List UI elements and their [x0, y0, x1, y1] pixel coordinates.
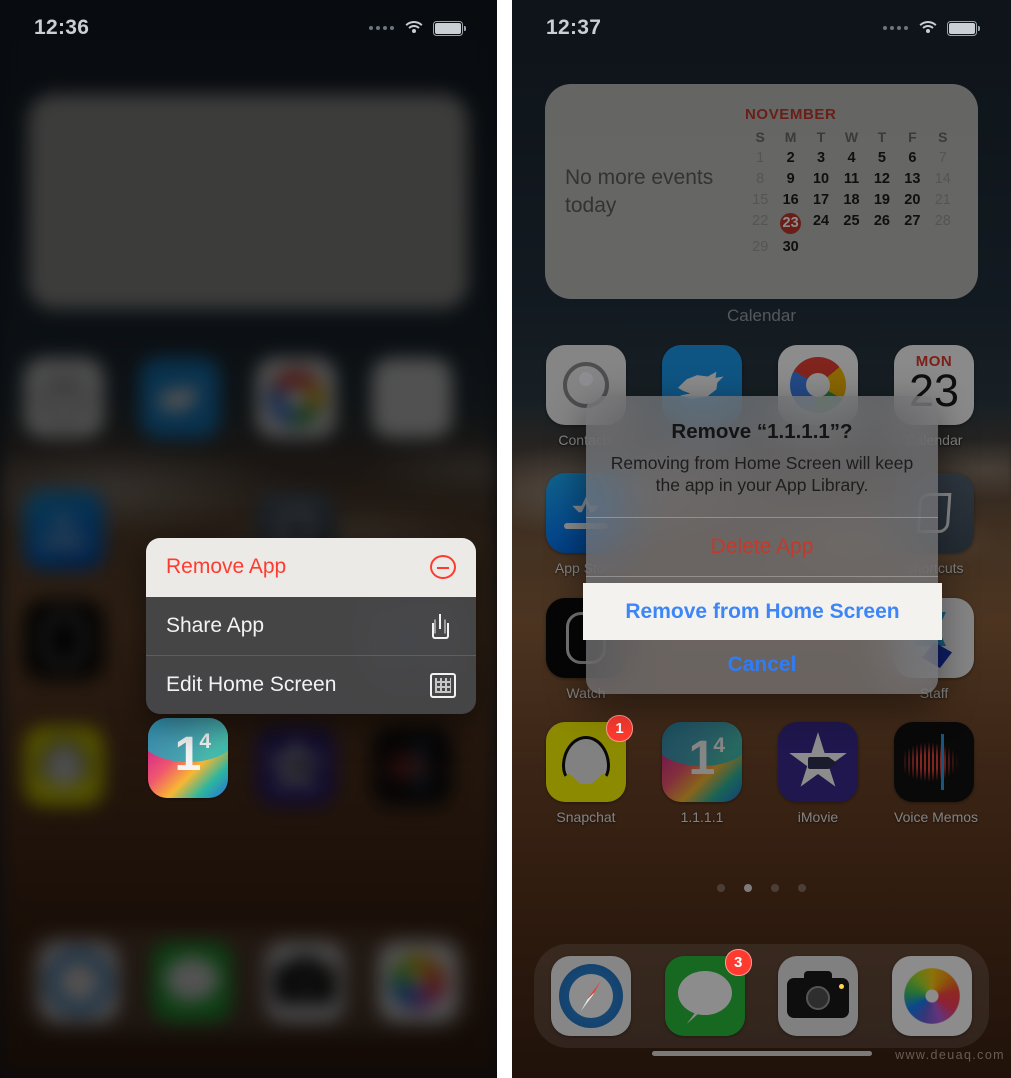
left-focused-app-1111[interactable]: 1 4	[148, 718, 228, 798]
alert-header: Remove “1.1.1.1”? Removing from Home Scr…	[586, 396, 938, 517]
signal-dots-icon	[369, 26, 394, 30]
alert-title: Remove “1.1.1.1”?	[671, 420, 853, 443]
left-phone-screen: 1 4 12:36 Remove App Share App Edit Home…	[0, 0, 497, 1078]
left-status-clock: 12:36	[34, 16, 90, 39]
screenshot-stage: 1 4 12:36 Remove App Share App Edit Home…	[0, 0, 1011, 1078]
app-context-menu[interactable]: Remove App Share App Edit Home Screen	[146, 538, 476, 714]
right-status-icons	[883, 20, 980, 36]
share-icon	[430, 613, 456, 639]
battery-icon	[947, 20, 980, 36]
badge-count: 1	[606, 715, 633, 742]
remove-from-home-screen-button[interactable]: Remove from Home Screen	[583, 583, 942, 640]
context-menu-label: Remove App	[166, 555, 287, 578]
signal-dots-icon	[883, 26, 908, 30]
delete-app-button[interactable]: Delete App	[586, 516, 938, 576]
wifi-icon	[401, 20, 426, 36]
wifi-icon	[915, 20, 940, 36]
cloudflare-1111-icon: 1 4	[148, 718, 228, 798]
minus-circle-icon	[430, 555, 456, 579]
right-status-bar: 12:37	[512, 0, 1011, 56]
right-phone-screen: No more events today NOVEMBER S M T W T …	[512, 0, 1011, 1078]
left-status-icons	[369, 20, 466, 36]
context-menu-label: Edit Home Screen	[166, 673, 337, 696]
right-status-clock: 12:37	[546, 16, 602, 39]
cancel-button[interactable]: Cancel	[586, 634, 938, 694]
remove-app-alert: Remove “1.1.1.1”? Removing from Home Scr…	[586, 396, 938, 694]
watermark: www.deuaq.com	[895, 1048, 1005, 1062]
context-menu-item-edit-home-screen[interactable]: Edit Home Screen	[146, 656, 476, 714]
badge-count: 3	[724, 949, 752, 976]
context-menu-item-share-app[interactable]: Share App	[146, 597, 476, 656]
context-menu-item-remove-app[interactable]: Remove App	[146, 538, 476, 597]
battery-icon	[433, 20, 466, 36]
left-status-bar: 12:36	[0, 0, 497, 56]
context-menu-label: Share App	[166, 614, 265, 637]
edit-home-screen-icon	[430, 672, 456, 698]
alert-message: Removing from Home Screen will keep the …	[610, 453, 914, 496]
